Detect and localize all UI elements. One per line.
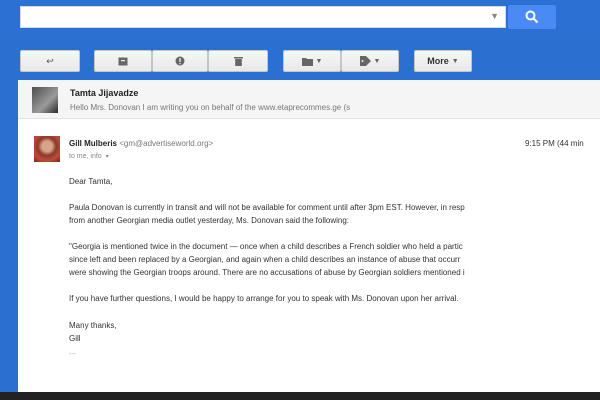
back-button[interactable]: ↩: [20, 50, 80, 72]
message-time: 9:15 PM (44 min: [525, 139, 584, 148]
recipients-line[interactable]: to me, info ▾: [69, 153, 109, 160]
avatar: [32, 87, 58, 113]
label-tag-icon: [359, 56, 371, 66]
more-button[interactable]: More ▼: [414, 50, 472, 72]
report-spam-button[interactable]: [152, 50, 208, 72]
bottom-edge: [0, 392, 600, 400]
chevron-down-icon: ▼: [451, 57, 459, 65]
delete-button[interactable]: [208, 50, 268, 72]
chevron-down-icon: ▼: [315, 57, 323, 65]
body-line: were showing the Georgian troops around.…: [69, 268, 465, 277]
archive-button[interactable]: [94, 50, 152, 72]
email-panel: Tamta Jijavadze Hello Mrs. Donovan I am …: [18, 80, 600, 392]
thread-item-collapsed[interactable]: Tamta Jijavadze Hello Mrs. Donovan I am …: [18, 80, 600, 119]
trash-icon: [233, 57, 243, 66]
sender-name: Gill Mulberis: [69, 139, 118, 148]
body-line: "Georgia is mentioned twice in the docum…: [69, 242, 463, 251]
greeting: Dear Tamta,: [69, 177, 113, 186]
closing: Many thanks,: [69, 321, 117, 330]
recipient-details-icon[interactable]: ▾: [106, 154, 109, 160]
message-sender: Gill Mulberis <gm@advertiseworld.org>: [69, 139, 213, 148]
body-line: If you have further questions, I would b…: [69, 294, 459, 303]
folder-icon: [301, 57, 313, 66]
more-button-label: More: [427, 56, 449, 66]
search-input[interactable]: ▼: [20, 6, 506, 28]
thread-sender: Tamta Jijavadze: [70, 88, 139, 98]
sender-email: <gm@advertiseworld.org>: [119, 139, 214, 148]
archive-icon: [118, 57, 128, 65]
move-to-button[interactable]: ▼: [283, 50, 341, 72]
thread-snippet: Hello Mrs. Donovan I am writing you on b…: [70, 103, 351, 112]
signature-divider: ---: [69, 351, 76, 358]
top-bar: ▼: [0, 0, 600, 42]
body-line: since left and been replaced by a Georgi…: [69, 255, 461, 264]
chevron-down-icon: ▼: [373, 57, 381, 65]
body-line: from another Georgian media outlet yeste…: [69, 216, 349, 225]
sender-avatar: [34, 136, 60, 162]
back-arrow-icon: ↩: [46, 55, 54, 66]
report-spam-icon: [175, 56, 185, 66]
signoff: Gill: [69, 334, 81, 343]
recipients-text: to me, info: [69, 153, 102, 160]
body-line: Paula Donovan is currently in transit an…: [69, 203, 465, 212]
search-options-icon[interactable]: ▼: [490, 11, 499, 21]
search-button[interactable]: [508, 5, 556, 29]
search-icon: [525, 10, 539, 24]
labels-button[interactable]: ▼: [341, 50, 399, 72]
toolbar: ↩ ▼ ▼ More ▼: [0, 42, 600, 80]
